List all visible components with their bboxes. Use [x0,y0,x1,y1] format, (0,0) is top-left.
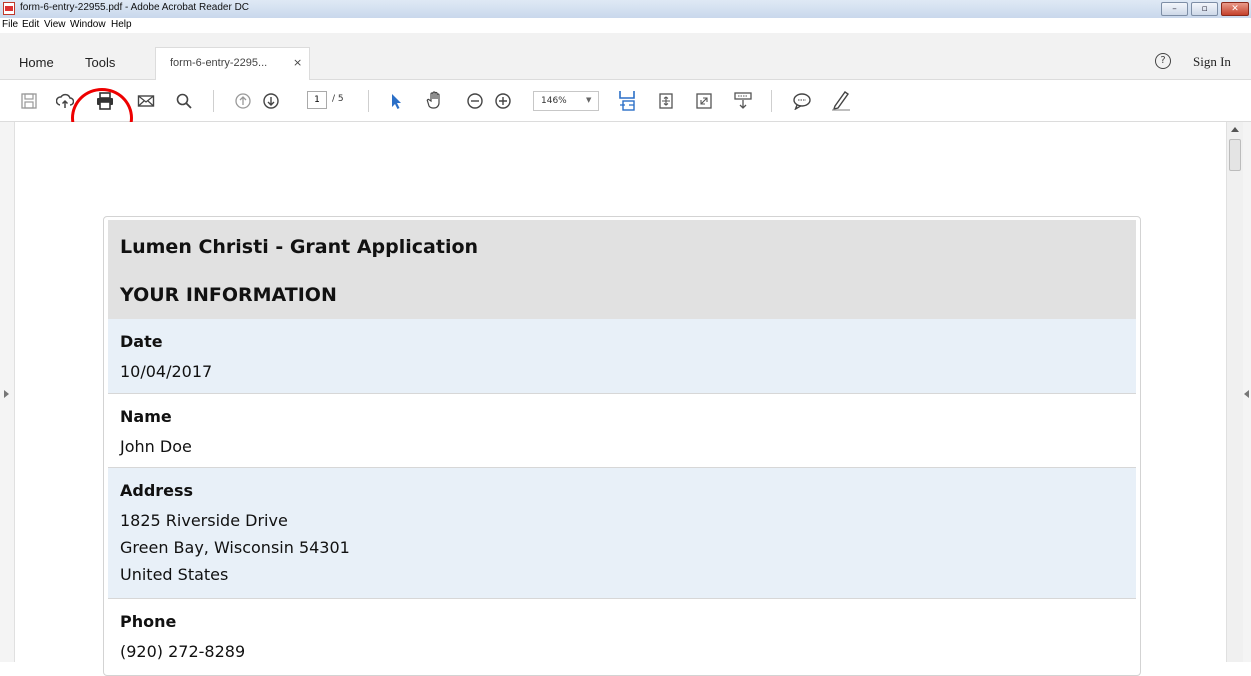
close-window-button[interactable]: ✕ [1221,2,1249,16]
zoom-value: 146% [541,96,567,106]
field-row-address: Address 1825 Riverside Drive Green Bay, … [108,468,1136,599]
full-screen-icon[interactable] [695,92,713,110]
minimize-button[interactable]: – [1161,2,1188,16]
chevron-right-icon [4,390,9,398]
menu-edit[interactable]: Edit [22,19,39,30]
menu-help[interactable]: Help [111,19,132,30]
field-value: 10/04/2017 [120,362,213,381]
form-header: Lumen Christi - Grant Application YOUR I… [108,220,1136,319]
pdf-app-icon [3,2,15,15]
tab-bar: Home Tools form-6-entry-2295... × ? Sign… [0,33,1251,80]
field-row-name: Name John Doe [108,394,1136,468]
window-title-bar: form-6-entry-22955.pdf - Adobe Acrobat R… [0,0,1251,19]
window-title: form-6-entry-22955.pdf - Adobe Acrobat R… [20,2,250,13]
field-row-phone: Phone (920) 272-8289 [108,599,1136,675]
form-card: Lumen Christi - Grant Application YOUR I… [103,216,1141,676]
page-total: / 5 [332,94,344,104]
field-label: Name [120,407,172,426]
restore-button[interactable]: ▫ [1191,2,1218,16]
field-value: (920) 272-8289 [120,642,246,661]
fit-width-icon[interactable] [617,89,637,111]
address-line: United States [120,565,229,584]
zoom-out-icon[interactable] [466,92,484,110]
zoom-in-icon[interactable] [494,92,512,110]
menu-bar: File Edit View Window Help [0,18,1251,33]
hand-icon[interactable] [425,90,445,110]
select-arrow-icon[interactable] [387,92,405,110]
print-icon[interactable] [95,91,115,111]
field-value: 1825 Riverside Drive Green Bay, Wisconsi… [120,507,350,588]
toolbar-separator [213,90,214,112]
tab-home[interactable]: Home [19,55,54,70]
field-value: John Doe [120,437,192,456]
section-title: YOUR INFORMATION [120,284,337,306]
menu-file[interactable]: File [2,19,18,30]
save-icon[interactable] [20,92,38,110]
toolbar-separator [368,90,369,112]
help-icon[interactable]: ? [1155,53,1171,69]
page-down-icon[interactable] [262,92,280,110]
tab-tools[interactable]: Tools [85,55,115,70]
field-label: Phone [120,612,177,631]
search-icon[interactable] [175,92,193,110]
chevron-left-icon [1244,390,1249,398]
tab-document[interactable]: form-6-entry-2295... × [155,47,310,80]
toolbar-separator [771,90,772,112]
form-title: Lumen Christi - Grant Application [120,236,479,258]
vertical-scrollbar[interactable] [1226,122,1244,662]
toolbar: 1 / 5 146% ▼ [0,80,1251,122]
left-panel-toggle[interactable] [0,122,15,662]
field-label: Address [120,481,194,500]
menu-window[interactable]: Window [70,19,106,30]
scroll-up-icon[interactable] [1231,127,1239,132]
email-icon[interactable] [137,92,155,110]
pen-icon[interactable] [830,89,852,111]
comment-icon[interactable] [792,92,812,110]
field-label: Date [120,332,163,351]
field-row-date: Date 10/04/2017 [108,319,1136,394]
address-line: 1825 Riverside Drive [120,511,288,530]
document-viewer[interactable]: Lumen Christi - Grant Application YOUR I… [0,122,1251,676]
reading-mode-icon[interactable] [733,92,753,110]
scroll-thumb[interactable] [1229,139,1241,171]
tab-close-icon[interactable]: × [293,56,302,69]
tab-document-label: form-6-entry-2295... [170,57,268,69]
address-line: Green Bay, Wisconsin 54301 [120,538,350,557]
page-number-input[interactable]: 1 [307,91,327,109]
sign-in-link[interactable]: Sign In [1193,54,1231,70]
page-up-icon[interactable] [234,92,252,110]
fit-page-icon[interactable] [657,92,675,110]
cloud-upload-icon[interactable] [56,92,74,110]
chevron-down-icon: ▼ [586,96,592,104]
zoom-dropdown[interactable]: 146% ▼ [533,91,599,111]
right-panel-toggle[interactable] [1243,122,1251,662]
menu-view[interactable]: View [44,19,66,30]
